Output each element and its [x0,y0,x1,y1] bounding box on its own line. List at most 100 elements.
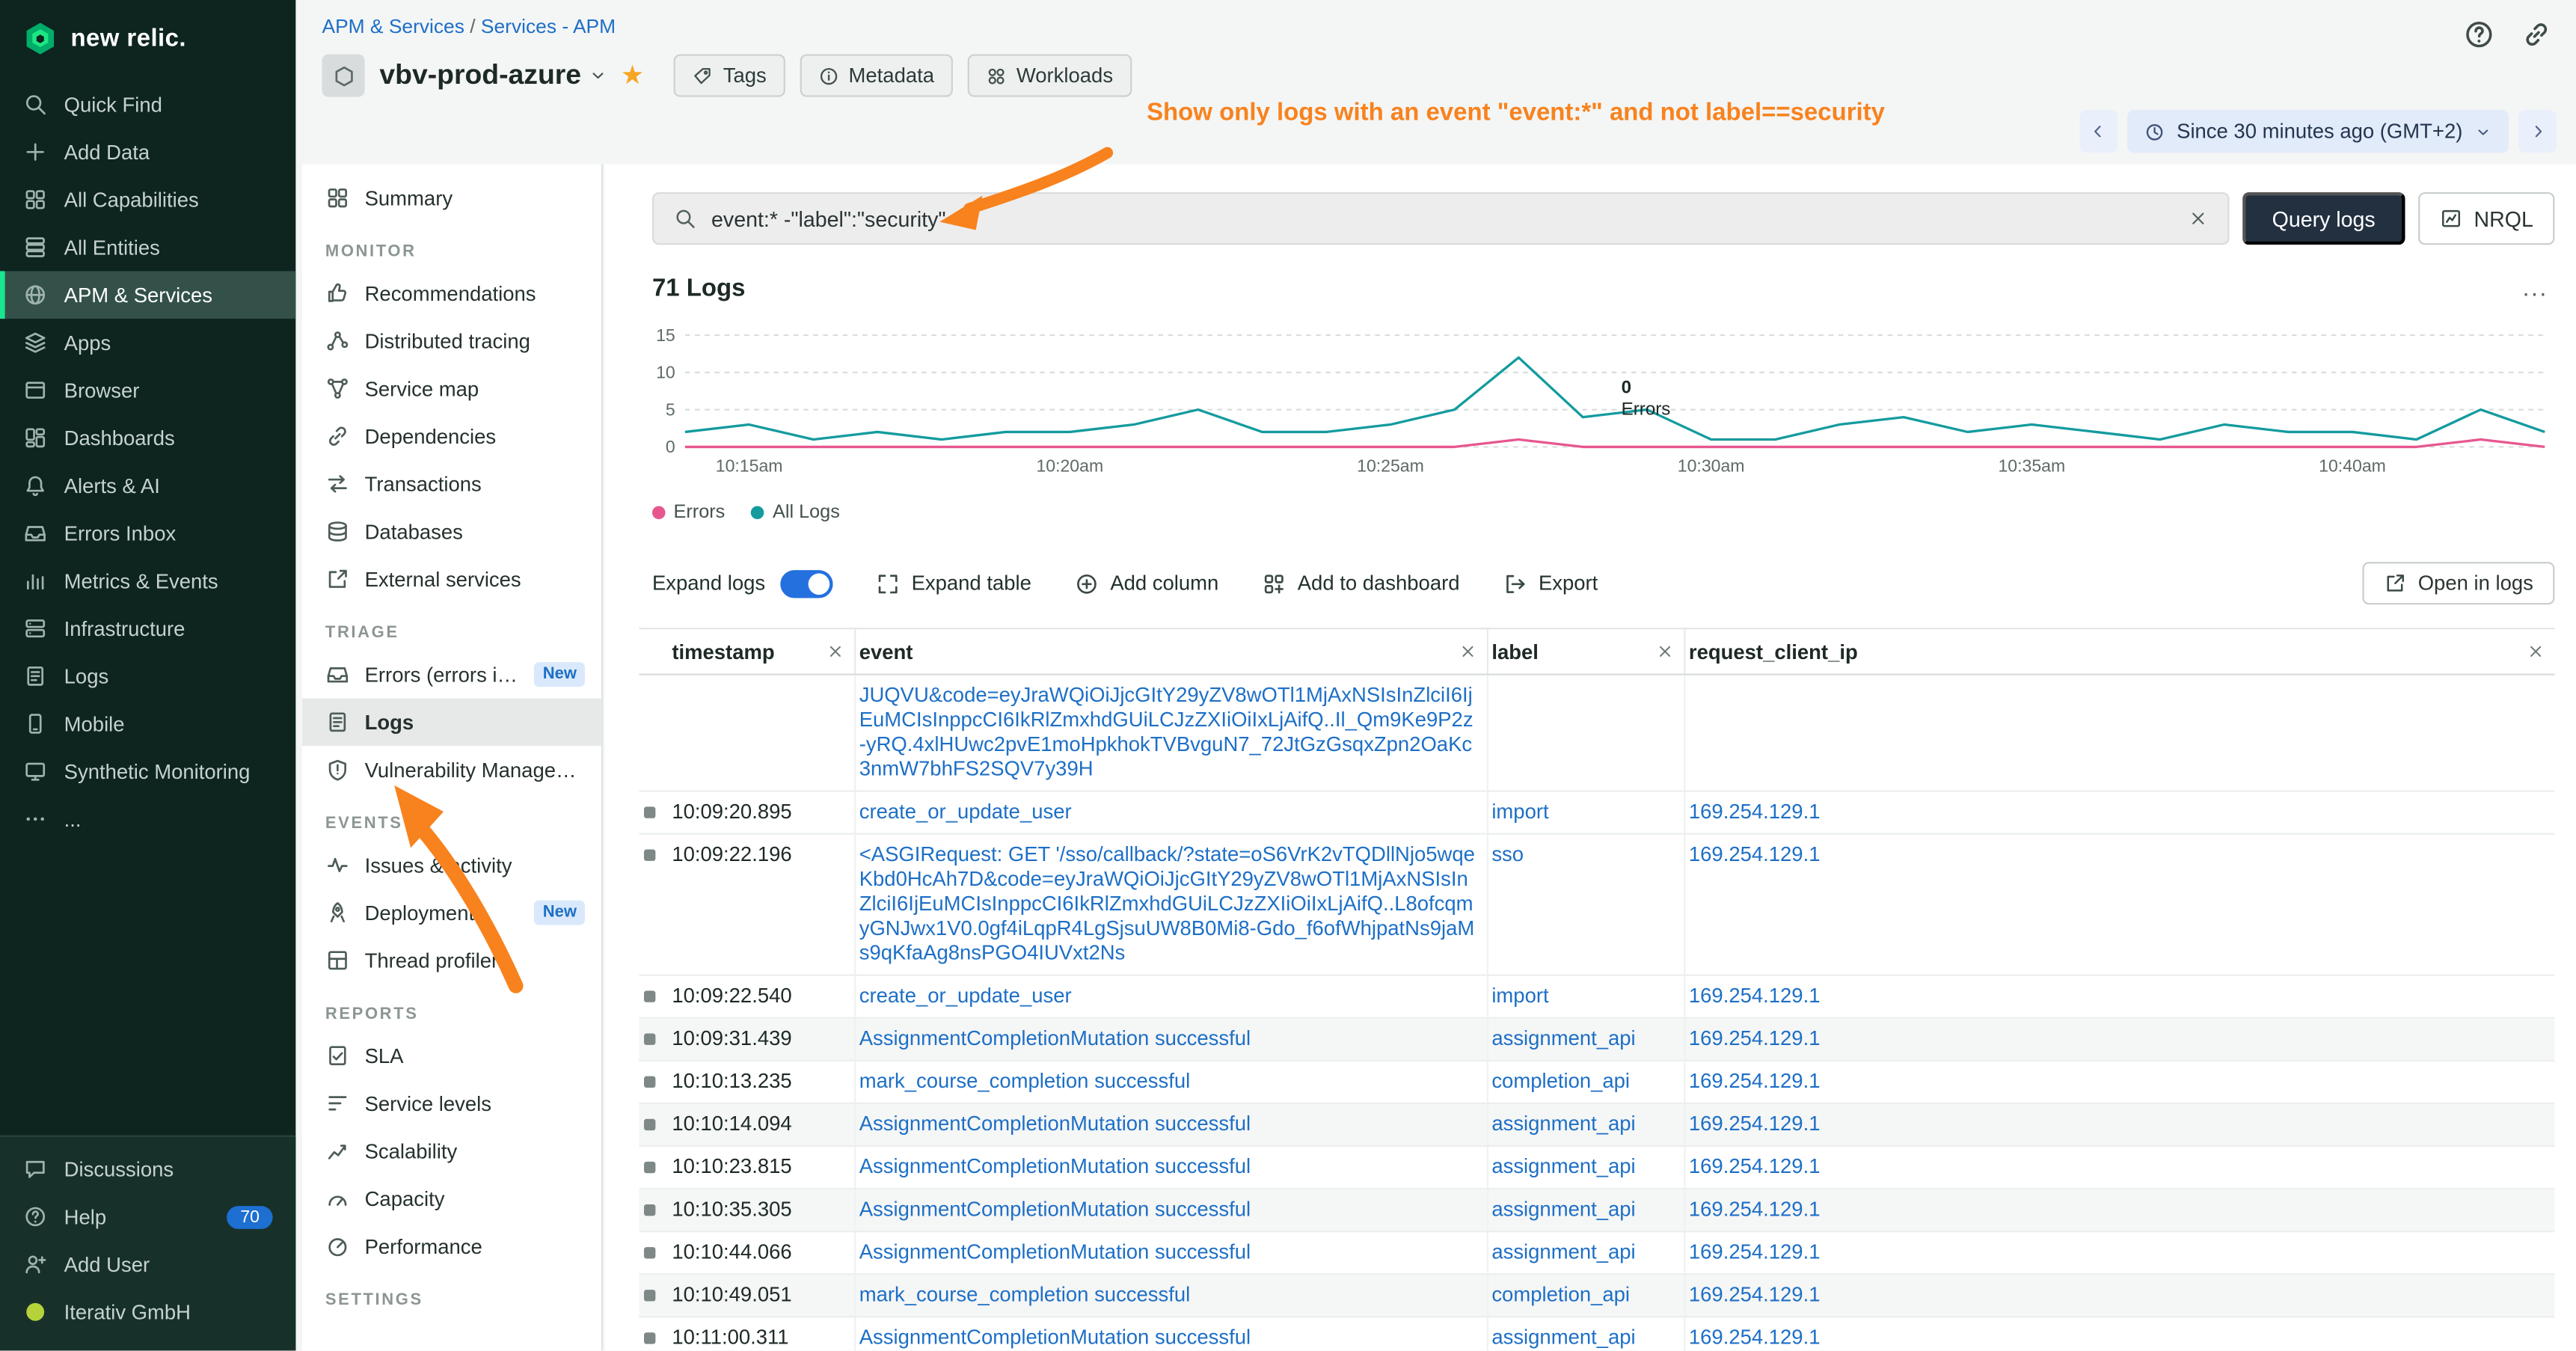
chart-overflow-menu[interactable]: ... [2523,275,2555,302]
global-nav-mobile[interactable]: Mobile [0,700,295,748]
log-ip-link[interactable]: 169.254.129.1 [1689,800,1821,824]
global-nav-add-data[interactable]: Add Data [0,128,295,176]
global-nav-iterativ-gmbh[interactable]: Iterativ GmbH [0,1288,295,1336]
entity-nav-deployments[interactable]: Deployments New [302,889,601,937]
add-to-dashboard-button[interactable]: Add to dashboard [1261,571,1459,595]
workloads-button[interactable]: Workloads [967,54,1131,96]
global-nav-infrastructure[interactable]: Infrastructure [0,604,295,652]
log-row[interactable]: 10:09:22.196 <ASGIRequest: GET '/sso/cal… [639,835,2554,976]
global-nav-metrics-events[interactable]: Metrics & Events [0,557,295,605]
column-header-timestamp[interactable]: timestamp [669,629,856,673]
entity-nav-transactions[interactable]: Transactions [302,460,601,508]
log-label-link[interactable]: assignment_api [1491,1112,1635,1136]
log-row[interactable]: 10:10:23.815 AssignmentCompletionMutatio… [639,1147,2554,1189]
log-event-link[interactable]: mark_course_completion successful [859,1283,1191,1306]
log-event-link[interactable]: AssignmentCompletionMutation successful [859,1240,1251,1263]
log-ip-link[interactable]: 169.254.129.1 [1689,843,1821,866]
log-ip-link[interactable]: 169.254.129.1 [1689,1070,1821,1093]
column-header-request-client-ip[interactable]: request_client_ip [1686,629,2555,673]
log-ip-link[interactable]: 169.254.129.1 [1689,1112,1821,1136]
log-label-link[interactable]: assignment_api [1491,1027,1635,1050]
chevron-down-icon[interactable] [588,66,607,85]
entity-nav-errors-errors-inb[interactable]: Errors (errors inb... New [302,651,601,699]
log-row[interactable]: JUQVU&code=eyJraWQiOiJjcGItY29yZV8wOTl1M… [639,676,2554,792]
remove-column-icon[interactable] [2527,643,2545,661]
tags-button[interactable]: Tags [674,54,785,96]
global-nav-more[interactable]: ... [0,795,295,843]
log-ip-link[interactable]: 169.254.129.1 [1689,1027,1821,1050]
legend-all-logs[interactable]: All Logs [751,503,839,522]
log-label-link[interactable]: completion_api [1491,1283,1630,1306]
log-row[interactable]: 10:09:20.895 create_or_update_user impor… [639,792,2554,835]
time-picker[interactable]: Since 30 minutes ago (GMT+2) [2127,110,2509,153]
log-query-input[interactable]: event:* -"label":"security" [652,192,2230,245]
time-back-button[interactable] [2080,110,2118,153]
log-label-link[interactable]: assignment_api [1491,1198,1635,1221]
log-ip-link[interactable]: 169.254.129.1 [1689,1283,1821,1306]
log-event-link[interactable]: AssignmentCompletionMutation successful [859,1155,1251,1178]
global-nav-all-capabilities[interactable]: All Capabilities [0,176,295,224]
entity-nav-sla[interactable]: SLA [302,1032,601,1079]
global-nav-discussions[interactable]: Discussions [0,1145,295,1193]
log-event-link[interactable]: create_or_update_user [859,984,1072,1008]
log-event-link[interactable]: <ASGIRequest: GET '/sso/callback/?state=… [859,843,1475,965]
entity-nav-scalability[interactable]: Scalability [302,1127,601,1175]
log-label-link[interactable]: import [1491,800,1548,824]
log-label-link[interactable]: assignment_api [1491,1240,1635,1263]
log-event-link[interactable]: AssignmentCompletionMutation successful [859,1112,1251,1136]
remove-column-icon[interactable] [1656,643,1674,661]
log-event-link[interactable]: mark_course_completion successful [859,1070,1191,1093]
expand-logs-toggle[interactable]: Expand logs [652,569,832,597]
entity-nav-summary[interactable]: Summary [302,174,601,222]
remove-column-icon[interactable] [1459,643,1476,661]
log-ip-link[interactable]: 169.254.129.1 [1689,1155,1821,1178]
breadcrumb-apm-services[interactable]: APM & Services [322,15,464,38]
help-circle-icon[interactable] [2462,18,2495,51]
column-header-event[interactable]: event [856,629,1488,673]
log-event-link[interactable]: AssignmentCompletionMutation successful [859,1198,1251,1221]
log-event-link[interactable]: create_or_update_user [859,800,1072,824]
log-label-link[interactable]: completion_api [1491,1070,1630,1093]
global-nav-dashboards[interactable]: Dashboards [0,414,295,462]
column-header-label[interactable]: label [1488,629,1686,673]
log-ip-link[interactable]: 169.254.129.1 [1689,1198,1821,1221]
log-row[interactable]: 10:10:44.066 AssignmentCompletionMutatio… [639,1232,2554,1275]
log-event-link[interactable]: AssignmentCompletionMutation successful [859,1027,1251,1050]
remove-column-icon[interactable] [827,643,844,661]
favorite-star-icon[interactable] [621,59,645,92]
add-column-button[interactable]: Add column [1074,571,1218,595]
log-ip-link[interactable]: 169.254.129.1 [1689,1326,1821,1349]
entity-title[interactable]: vbv-prod-azure [379,59,581,92]
global-nav-errors-inbox[interactable]: Errors Inbox [0,509,295,557]
global-nav-alerts-ai[interactable]: Alerts & AI [0,462,295,509]
log-row[interactable]: 10:10:14.094 AssignmentCompletionMutatio… [639,1104,2554,1147]
log-row[interactable]: 10:10:49.051 mark_course_completion succ… [639,1275,2554,1317]
entity-nav-dependencies[interactable]: Dependencies [302,412,601,460]
global-nav-all-entities[interactable]: All Entities [0,224,295,272]
legend-errors[interactable]: Errors [652,503,725,522]
log-ip-link[interactable]: 169.254.129.1 [1689,1240,1821,1263]
nrql-button[interactable]: NRQL [2418,192,2555,245]
log-row[interactable]: 10:11:00.311 AssignmentCompletionMutatio… [639,1318,2554,1351]
entity-nav-capacity[interactable]: Capacity [302,1174,601,1222]
query-logs-button[interactable]: Query logs [2242,192,2405,245]
entity-nav-external-services[interactable]: External services [302,555,601,603]
global-nav-synthetic-monitoring[interactable]: Synthetic Monitoring [0,747,295,795]
time-forward-button[interactable] [2518,110,2557,153]
log-row[interactable]: 10:09:22.540 create_or_update_user impor… [639,976,2554,1019]
new-relic-logo[interactable]: new relic. [0,0,295,81]
entity-nav-service-levels[interactable]: Service levels [302,1079,601,1127]
global-nav-apps[interactable]: Apps [0,319,295,367]
global-nav-browser[interactable]: Browser [0,367,295,414]
global-nav-quick-find[interactable]: Quick Find [0,81,295,129]
entity-nav-recommendations[interactable]: Recommendations [302,269,601,317]
toggle-on-icon[interactable] [780,569,832,597]
entity-nav-performance[interactable]: Performance [302,1222,601,1270]
permalink-icon[interactable] [2520,18,2553,51]
log-label-link[interactable]: assignment_api [1491,1326,1635,1349]
log-row[interactable]: 10:10:35.305 AssignmentCompletionMutatio… [639,1189,2554,1232]
entity-nav-issues-activity[interactable]: Issues & activity [302,842,601,889]
log-label-link[interactable]: assignment_api [1491,1155,1635,1178]
entity-nav-vulnerability-management[interactable]: Vulnerability Management [302,746,601,794]
entity-nav-logs[interactable]: Logs [302,698,601,746]
